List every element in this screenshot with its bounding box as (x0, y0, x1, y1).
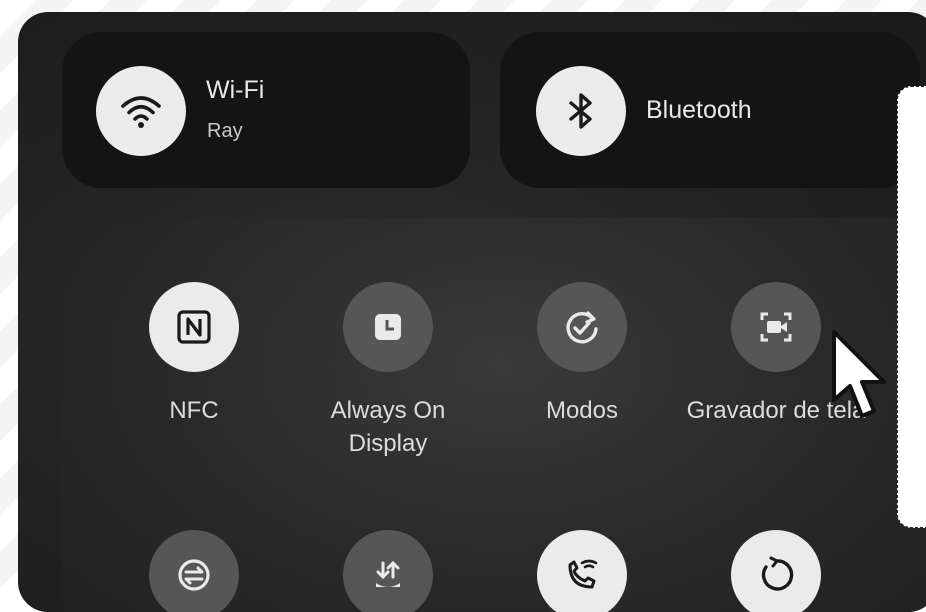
side-card (897, 86, 926, 528)
qs-nfc-button[interactable] (149, 282, 239, 372)
mouse-cursor-icon (832, 330, 886, 418)
wifi-icon (121, 96, 161, 128)
qs-gravador-button[interactable] (731, 282, 821, 372)
qs-tile-wifi-calling[interactable] (492, 530, 672, 612)
bluetooth-icon (569, 93, 592, 129)
bluetooth-tile[interactable]: Bluetooth (500, 32, 920, 188)
wifi-toggle[interactable] (96, 66, 186, 156)
qs-tile-auto-rotate[interactable] (686, 530, 866, 612)
screen-record-icon (760, 312, 792, 342)
qs-label: NFC (169, 397, 219, 424)
wifi-calling-icon (568, 559, 598, 589)
qs-tile-data-transfer[interactable] (298, 530, 478, 612)
qs-tile-always-on-display[interactable]: Always On Display (298, 282, 478, 460)
qs-modos-button[interactable] (537, 282, 627, 372)
qs-label: Modos (545, 397, 619, 424)
qs-tile-modos[interactable]: Modos (492, 282, 672, 427)
wifi-title: Wi-Fi (206, 76, 265, 104)
data-saver-icon (178, 559, 210, 591)
wifi-tile[interactable]: Wi-Fi Ray (62, 32, 470, 188)
nfc-icon (177, 310, 211, 344)
clock-icon (375, 314, 401, 340)
qs-tile-data-saver[interactable] (104, 530, 284, 612)
modes-icon (566, 311, 598, 344)
bluetooth-title: Bluetooth (646, 96, 752, 124)
quick-settings-grid: NFC Always On Display Modos Gravador de … (62, 218, 926, 612)
qs-label: Always On Display (330, 397, 446, 457)
wifi-network-name: Ray (207, 120, 243, 142)
qs-data-transfer-button[interactable] (343, 530, 433, 612)
qs-wifi-calling-button[interactable] (537, 530, 627, 612)
qs-data-saver-button[interactable] (149, 530, 239, 612)
data-transfer-icon (376, 560, 400, 587)
qs-tile-nfc[interactable]: NFC (104, 282, 284, 427)
quick-settings-panel: Wi-Fi Ray Bluetooth NFC Always On Displa… (18, 12, 926, 612)
bluetooth-toggle[interactable] (536, 66, 626, 156)
qs-always-on-display-button[interactable] (343, 282, 433, 372)
auto-rotate-icon (761, 556, 794, 591)
qs-auto-rotate-button[interactable] (731, 530, 821, 612)
